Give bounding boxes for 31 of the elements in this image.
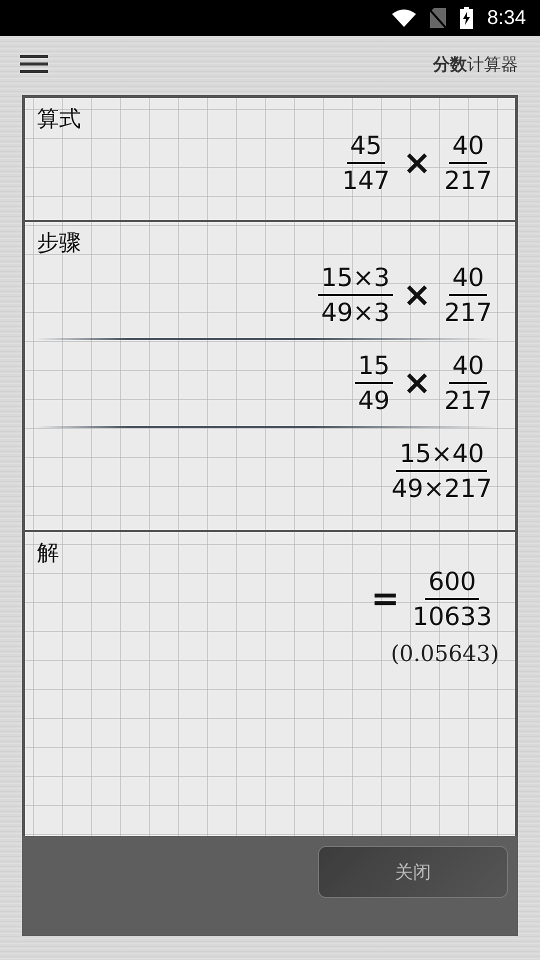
operator: =	[370, 579, 400, 619]
denominator: 217	[443, 165, 493, 195]
denominator: 10633	[411, 601, 493, 631]
clock-time: 8:34	[487, 6, 526, 30]
battery-icon	[460, 7, 474, 29]
denominator: 147	[341, 165, 391, 195]
section-label: 解	[37, 540, 59, 568]
close-button[interactable]: 关闭	[318, 846, 508, 898]
menu-icon[interactable]	[20, 54, 48, 74]
numerator: 40	[449, 263, 488, 296]
numerator: 45	[347, 131, 385, 164]
no-sim-icon	[430, 8, 446, 28]
numerator: 15×3	[318, 263, 393, 296]
operator: ×	[402, 363, 432, 403]
denominator: 217	[443, 297, 493, 327]
numerator: 15×40	[396, 439, 488, 472]
decimal-value: (0.05643)	[390, 642, 499, 667]
wifi-icon	[392, 9, 416, 27]
section-label: 算式	[37, 106, 81, 134]
denominator: 217	[443, 385, 493, 415]
numerator: 40	[449, 351, 488, 384]
section-label: 步骤	[37, 230, 81, 258]
numerator: 15	[354, 351, 393, 384]
app-title: 分数计算器	[433, 54, 518, 76]
denominator: 49	[356, 385, 391, 415]
numerator: 600	[425, 567, 480, 600]
denominator: 49×3	[320, 297, 391, 327]
operator: ×	[402, 143, 432, 183]
numerator: 40	[449, 131, 488, 164]
denominator: 49×217	[390, 473, 493, 503]
operator: ×	[402, 275, 432, 315]
